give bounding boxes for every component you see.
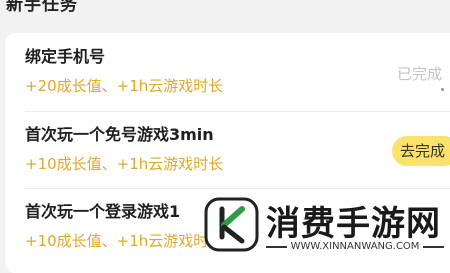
watermark-title: 消费手游网 <box>266 204 441 244</box>
watermark-url: WWW.XINNANWANG.COM <box>266 241 445 252</box>
section-title: 新手任务 <box>6 0 78 15</box>
dot-marker <box>441 88 444 91</box>
task-reward: +10成长值、+1h云游戏时 <box>25 232 209 250</box>
divider <box>423 245 445 248</box>
task-name: 绑定手机号 <box>25 47 106 66</box>
go-complete-button[interactable]: 去完成 <box>392 136 450 166</box>
site-logo-icon <box>204 197 259 252</box>
watermark: 消费手游网 WWW.XINNANWANG.COM <box>200 195 450 257</box>
task-reward: +10成长值、+1h云游戏时长 <box>25 155 224 173</box>
task-row-bind-phone: 绑定手机号 +20成长值、+1h云游戏时长 <box>5 33 450 113</box>
task-reward: +20成长值、+1h云游戏时长 <box>25 77 224 95</box>
task-row-play-free-game: 首次玩一个免号游戏3min +10成长值、+1h云游戏时长 <box>5 111 450 191</box>
task-name: 首次玩一个登录游戏1 <box>25 202 181 221</box>
task-name: 首次玩一个免号游戏3min <box>25 125 214 144</box>
completed-button[interactable]: 已完成 <box>397 63 442 84</box>
watermark-url-text: WWW.XINNANWANG.COM <box>290 241 420 252</box>
divider <box>266 245 287 248</box>
